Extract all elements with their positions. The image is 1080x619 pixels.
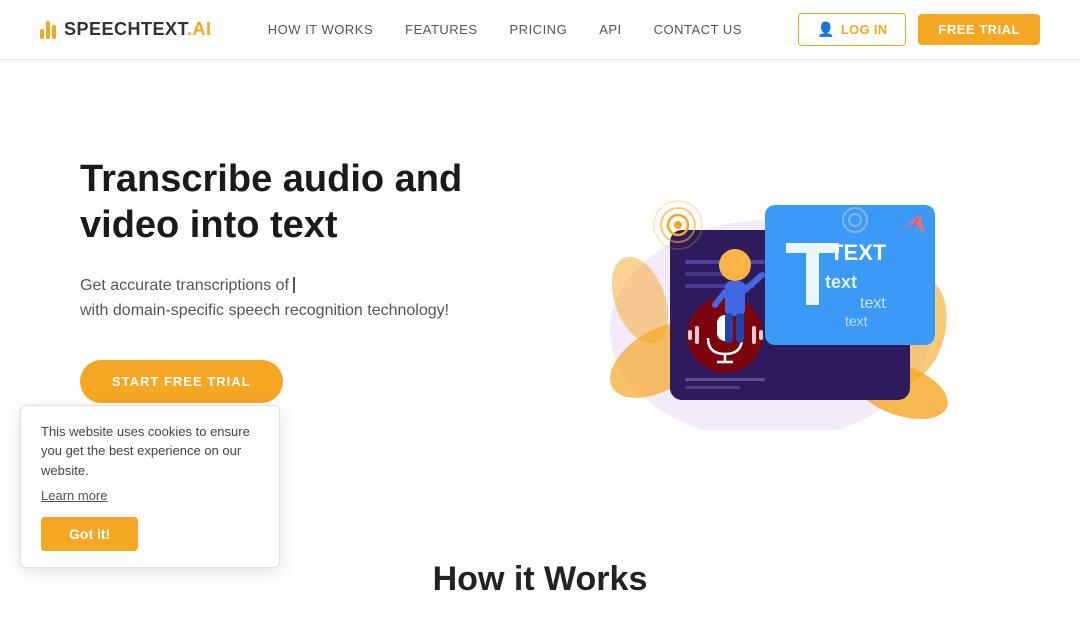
svg-text:text: text	[825, 272, 857, 292]
navbar: SPEECHTEXT.AI HOW IT WORKS FEATURES PRIC…	[0, 0, 1080, 60]
cookie-accept-button[interactable]: Got it!	[41, 517, 138, 551]
logo[interactable]: SPEECHTEXT.AI	[40, 19, 212, 40]
nav-pricing[interactable]: PRICING	[510, 22, 568, 37]
logo-waves-icon	[40, 21, 56, 39]
nav-api[interactable]: API	[599, 22, 621, 37]
svg-text:TEXT: TEXT	[830, 240, 887, 265]
hero-title: Transcribe audio and video into text	[80, 157, 540, 248]
text-cursor	[293, 277, 295, 293]
hero-illustration: T TEXT text text text	[540, 120, 1000, 440]
user-icon: 👤	[817, 21, 835, 38]
nav-features[interactable]: FEATURES	[405, 22, 477, 37]
svg-text:text: text	[860, 295, 886, 312]
svg-text:text: text	[845, 313, 868, 329]
hero-svg: T TEXT text text text	[570, 130, 970, 430]
hero-content: Transcribe audio and video into text Get…	[80, 157, 540, 402]
nav-contact-us[interactable]: CONTACT US	[654, 22, 742, 37]
learn-more-link[interactable]: Learn more	[41, 488, 259, 503]
free-trial-button[interactable]: FREE TRIAL	[918, 14, 1040, 45]
nav-actions: 👤 LOG IN FREE TRIAL	[798, 13, 1040, 46]
start-free-trial-button[interactable]: START FREE TRIAL	[80, 360, 283, 403]
nav-how-it-works[interactable]: HOW IT WORKS	[268, 22, 373, 37]
hero-subtitle: Get accurate transcriptions of with doma…	[80, 273, 540, 324]
cookie-message: This website uses cookies to ensure you …	[41, 422, 259, 481]
cookie-banner: This website uses cookies to ensure you …	[20, 405, 280, 569]
logo-text: SPEECHTEXT.AI	[64, 19, 212, 40]
nav-links: HOW IT WORKS FEATURES PRICING API CONTAC…	[268, 21, 742, 39]
login-button[interactable]: 👤 LOG IN	[798, 13, 906, 46]
